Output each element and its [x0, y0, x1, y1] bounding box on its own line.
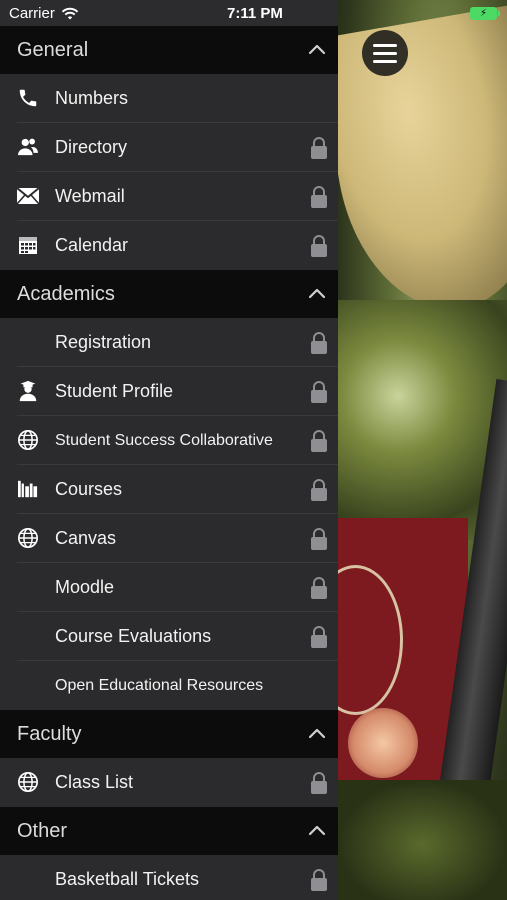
lock-icon — [311, 186, 327, 208]
chevron-up-icon — [308, 825, 326, 836]
lock-icon — [311, 577, 327, 599]
lock-icon — [311, 772, 327, 794]
menu-item-label: Student Profile — [55, 381, 174, 401]
battery-icon: ⚡ — [470, 7, 500, 20]
foliage-bottom — [338, 780, 507, 900]
mail-icon — [16, 184, 40, 208]
menu-item-student-success-collaborative[interactable]: Student Success Collaborative — [0, 416, 338, 465]
globe-icon — [16, 428, 40, 452]
hamburger-icon — [373, 43, 397, 47]
menu-item-numbers[interactable]: Numbers — [0, 74, 338, 123]
lock-icon — [311, 479, 327, 501]
globe-icon — [16, 526, 40, 550]
lock-icon — [311, 430, 327, 452]
menu-item-label: Calendar — [55, 235, 129, 255]
menu-item-class-list[interactable]: Class List — [0, 758, 338, 807]
lock-icon — [311, 235, 327, 257]
globe-icon — [16, 770, 40, 794]
menu-item-basketball-tickets[interactable]: Basketball Tickets — [0, 855, 338, 900]
menu-item-open-educational-resources[interactable]: Open Educational Resources — [0, 661, 338, 710]
menu-item-directory[interactable]: Directory — [0, 123, 338, 172]
section-header-academics[interactable]: Academics — [0, 270, 338, 318]
chevron-up-icon — [308, 288, 326, 299]
lock-icon — [311, 869, 327, 891]
status-bar: Carrier 7:11 PM ⚡ — [0, 0, 507, 28]
menu-item-label: Canvas — [55, 528, 117, 548]
lock-icon — [311, 332, 327, 354]
people-icon — [16, 135, 40, 159]
section-title: Faculty — [17, 722, 82, 745]
lock-icon — [311, 528, 327, 550]
menu-item-label: Registration — [55, 332, 152, 352]
menu-item-calendar[interactable]: Calendar — [0, 221, 338, 270]
menu-item-label: Webmail — [55, 186, 125, 206]
menu-item-label: Directory — [55, 137, 128, 157]
menu-item-label: Basketball Tickets — [55, 869, 200, 889]
menu-item-student-profile[interactable]: Student Profile — [0, 367, 338, 416]
lock-icon — [311, 381, 327, 403]
books-icon — [16, 477, 40, 501]
section-title: Other — [17, 819, 68, 842]
menu-item-moodle[interactable]: Moodle — [0, 563, 338, 612]
menu-item-label: Courses — [55, 479, 123, 499]
menu-item-course-evaluations[interactable]: Course Evaluations — [0, 612, 338, 661]
lock-icon — [311, 137, 327, 159]
chevron-up-icon — [308, 44, 326, 55]
section-header-other[interactable]: Other — [0, 807, 338, 855]
wifi-icon — [61, 7, 79, 19]
menu-button[interactable] — [362, 30, 408, 76]
menu-item-registration[interactable]: Registration — [0, 318, 338, 367]
lock-icon — [311, 626, 327, 648]
menu-item-label: Numbers — [55, 88, 129, 108]
light-bokeh — [348, 708, 418, 778]
carrier-label: Carrier — [9, 5, 55, 22]
background-photo — [338, 0, 507, 900]
menu-item-label: Moodle — [55, 577, 115, 597]
menu-item-canvas[interactable]: Canvas — [0, 514, 338, 563]
menu-item-label: Open Educational Resources — [55, 677, 264, 694]
clock: 7:11 PM — [227, 5, 283, 22]
calendar-icon — [16, 233, 40, 257]
menu-item-webmail[interactable]: Webmail — [0, 172, 338, 221]
chevron-up-icon — [308, 728, 326, 739]
section-header-faculty[interactable]: Faculty — [0, 710, 338, 758]
sidebar-menu: General Numbers Directory Webmail Calend… — [0, 0, 338, 900]
carrier-info: Carrier — [9, 5, 79, 22]
graduate-icon — [16, 379, 40, 403]
section-header-general[interactable]: General — [0, 26, 338, 74]
section-title: Academics — [17, 282, 115, 305]
menu-item-label: Student Success Collaborative — [55, 432, 273, 449]
menu-item-courses[interactable]: Courses — [0, 465, 338, 514]
menu-item-label: Class List — [55, 772, 134, 792]
section-title: General — [17, 38, 89, 61]
menu-item-label: Course Evaluations — [55, 626, 212, 646]
phone-icon — [16, 86, 40, 110]
